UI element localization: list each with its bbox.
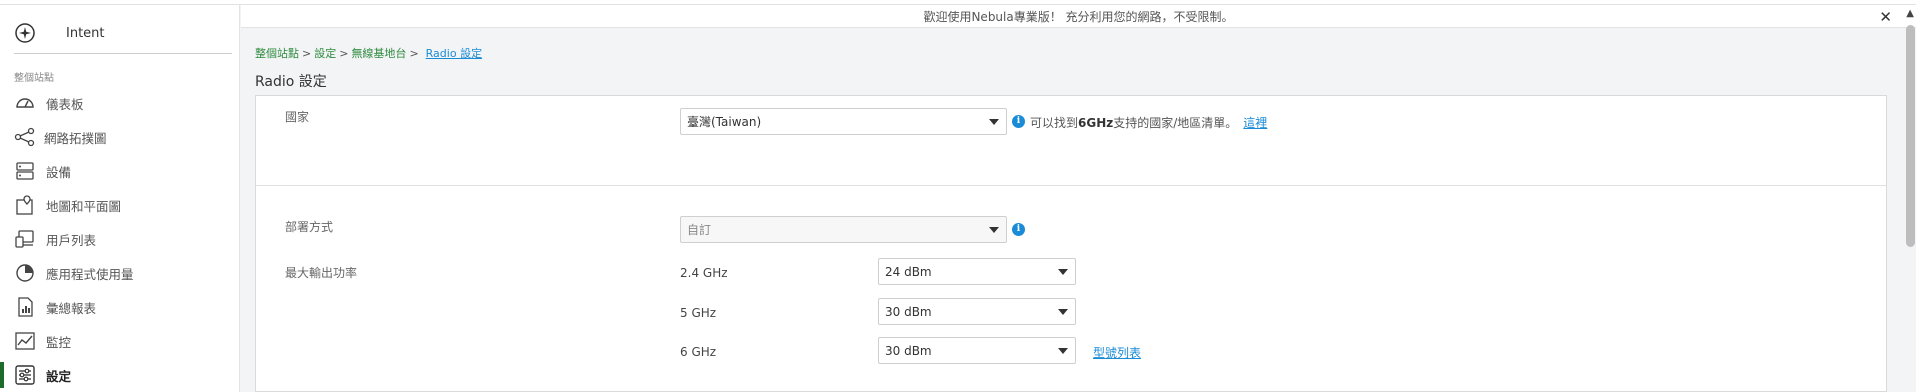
info-icon[interactable]: i — [1012, 223, 1025, 236]
sidebar-item-topology[interactable]: 網路拓撲圖 — [0, 120, 239, 154]
band-label-6ghz: 6 GHz — [680, 345, 717, 359]
note-text: 支持的國家/地區清單。 — [1113, 116, 1238, 130]
sidebar-item-label: 應用程式使用量 — [46, 266, 134, 282]
chevron-down-icon — [989, 227, 999, 233]
deployment-label: 部署方式 — [285, 220, 334, 234]
sidebar-section-label: 整個站點 — [14, 73, 54, 84]
power-select-value: 24 dBm — [885, 264, 932, 279]
band-label-2-4ghz: 2.4 GHz — [680, 266, 728, 280]
server-icon — [14, 160, 36, 182]
country-note: 可以找到6GHz支持的國家/地區清單。 這裡 — [1030, 114, 1267, 131]
sidebar-item-label: 監控 — [46, 334, 72, 350]
chevron-down-icon — [1058, 348, 1068, 354]
max-power-label: 最大輸出功率 — [285, 266, 358, 280]
sidebar-item-label: 設定 — [46, 368, 72, 384]
sidebar-item-label: Intent — [66, 25, 105, 41]
sidebar: Intent 整個站點 儀表板 網路拓撲圖 設備 地圖和平面圖 用戶列表 應用程… — [0, 5, 240, 392]
pie-chart-icon — [14, 262, 36, 284]
clients-icon — [14, 228, 36, 250]
here-link[interactable]: 這裡 — [1243, 116, 1267, 130]
band-label-5ghz: 5 GHz — [680, 306, 717, 320]
report-icon — [14, 296, 36, 318]
sidebar-item-label: 網路拓撲圖 — [44, 130, 107, 146]
scroll-up-arrow-icon[interactable]: ▲ — [1906, 8, 1914, 19]
banner-text: 歡迎使用Nebula專業版！ 充分利用您的網路，不受限制。 — [923, 9, 1234, 24]
country-select[interactable]: 臺灣(Taiwan) — [680, 108, 1007, 135]
sidebar-item-devices[interactable]: 設備 — [0, 154, 239, 188]
breadcrumb-separator: > — [302, 47, 312, 60]
chevron-down-icon — [1058, 309, 1068, 315]
power-select-value: 30 dBm — [885, 343, 932, 358]
sidebar-item-summary-report[interactable]: 彙總報表 — [0, 290, 239, 324]
sidebar-item-label: 地圖和平面圖 — [46, 198, 122, 214]
app: Intent 整個站點 儀表板 網路拓撲圖 設備 地圖和平面圖 用戶列表 應用程… — [0, 0, 1916, 392]
chevron-down-icon — [989, 119, 999, 125]
gauge-icon — [14, 92, 36, 114]
model-list-link[interactable]: 型號列表 — [1093, 344, 1141, 361]
note-text: 可以找到 — [1030, 116, 1079, 130]
deployment-select[interactable]: 自訂 — [680, 216, 1007, 243]
power-select-5ghz[interactable]: 30 dBm — [878, 298, 1076, 325]
scrollbar-thumb[interactable] — [1906, 25, 1915, 247]
breadcrumb-item[interactable]: 設定 — [314, 47, 336, 60]
power-select-2-4ghz[interactable]: 24 dBm — [878, 258, 1076, 285]
sidebar-item-settings[interactable]: 設定 — [0, 358, 239, 392]
topology-icon — [14, 126, 36, 148]
breadcrumb-item[interactable]: 無線基地台 — [351, 47, 406, 60]
breadcrumb-separator: > — [339, 47, 349, 60]
sidebar-item-label: 彙總報表 — [46, 300, 97, 316]
deployment-select-value: 自訂 — [687, 223, 712, 237]
chevron-down-icon — [1058, 269, 1068, 275]
breadcrumb-item[interactable]: 整個站點 — [255, 47, 299, 60]
intent-icon — [15, 23, 35, 43]
section-divider — [256, 185, 1886, 186]
promo-banner: 歡迎使用Nebula專業版！ 充分利用您的網路，不受限制。 — [241, 5, 1916, 28]
info-icon[interactable]: i — [1012, 115, 1025, 128]
breadcrumb: 整個站點 > 設定 > 無線基地台 > Radio 設定 — [255, 45, 482, 61]
sidebar-item-label: 用戶列表 — [46, 232, 97, 248]
radio-settings-panel: 國家 臺灣(Taiwan) i 可以找到6GHz支持的國家/地區清單。 這裡 部署… — [255, 95, 1887, 392]
close-icon[interactable]: ✕ — [1879, 8, 1892, 26]
sidebar-item-label: 設備 — [46, 164, 72, 180]
sidebar-item-maps[interactable]: 地圖和平面圖 — [0, 188, 239, 222]
sidebar-item-dashboard[interactable]: 儀表板 — [0, 86, 239, 120]
country-label: 國家 — [285, 110, 310, 124]
line-chart-icon — [14, 330, 36, 352]
sidebar-item-label: 儀表板 — [46, 96, 84, 112]
country-select-value: 臺灣(Taiwan) — [687, 115, 762, 129]
main-content: 歡迎使用Nebula專業版！ 充分利用您的網路，不受限制。 ✕ ▲ 整個站點 > 設… — [241, 5, 1916, 392]
map-pin-icon — [14, 194, 36, 216]
breadcrumb-current[interactable]: Radio 設定 — [426, 47, 482, 60]
sidebar-item-clients[interactable]: 用戶列表 — [0, 222, 239, 256]
sidebar-divider — [14, 53, 232, 54]
page-title: Radio 設定 — [255, 74, 327, 90]
sidebar-item-app-usage[interactable]: 應用程式使用量 — [0, 256, 239, 290]
power-select-value: 30 dBm — [885, 304, 932, 319]
breadcrumb-separator: > — [409, 47, 419, 60]
note-bold: 6GHz — [1078, 116, 1114, 130]
power-select-6ghz[interactable]: 30 dBm — [878, 337, 1076, 364]
sidebar-item-monitor[interactable]: 監控 — [0, 324, 239, 358]
sidebar-item-intent[interactable]: Intent — [14, 15, 105, 51]
sliders-icon — [14, 364, 36, 386]
